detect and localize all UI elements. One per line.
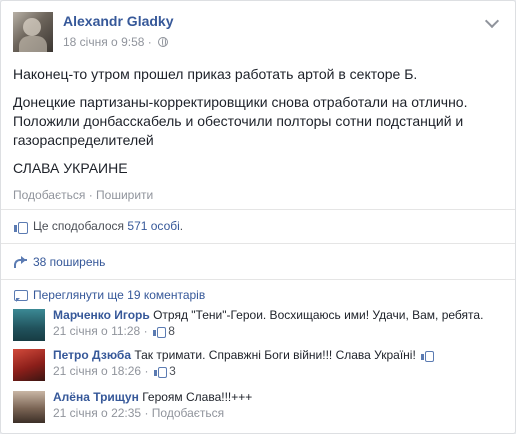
actions-separator: · [88,188,93,202]
comment-text: Героям Слава!!!+++ [142,390,253,404]
comment-body: Алёна Трищун Героям Слава!!!+++ 21 січня… [53,389,252,421]
post-timestamp[interactable]: 18 січня о 9:58 [63,35,144,49]
commenter-avatar[interactable] [13,391,45,423]
comment-meta: 21 січня о 22:35 · Подобається [53,405,252,421]
meta-separator: · [144,406,149,420]
meta-separator: · [143,324,148,338]
comment-like-count[interactable]: 3 [169,364,176,378]
commenter-name[interactable]: Алёна Трищун [53,390,139,404]
comment-icon [13,288,28,302]
comment-body: Петро Дзюба Так тримати. Справжні Боги в… [53,347,435,379]
share-icon [13,255,27,269]
post-header: Alexandr Gladky 18 січня о 9:58 · [13,12,503,54]
post-actions: Подобається · Поширити [13,188,153,202]
post-paragraph: Донецкие партизаны-корректировщики снова… [13,94,468,148]
post-body: Наконец-то утром прошел приказ работать … [13,65,503,187]
chevron-down-icon[interactable] [484,13,500,29]
like-icon[interactable] [152,325,166,338]
commenter-name[interactable]: Петро Дзюба [53,348,131,362]
like-button[interactable]: Подобається [13,188,85,202]
divider [1,279,515,280]
likes-end: . [179,219,184,233]
like-icon[interactable] [421,349,435,362]
commenter-avatar[interactable] [13,309,45,341]
comment-time[interactable]: 21 січня о 22:35 [53,406,141,420]
post-meta: 18 січня о 9:58 · [63,35,169,49]
globe-icon[interactable] [158,37,169,47]
shares-count[interactable]: 38 поширень [33,255,105,269]
comment-time[interactable]: 21 січня о 11:28 [53,324,140,338]
meta-separator: · [147,35,152,49]
likes-count[interactable]: 571 особі [127,219,179,233]
post-card: Alexandr Gladky 18 січня о 9:58 · Наконе… [0,0,516,434]
comment-text: Отряд "Тени"-Герои. Восхищаюсь ими! Удач… [153,308,484,322]
shares-summary: 38 поширень [13,255,105,269]
comment-like-count[interactable]: 8 [168,324,175,338]
like-icon[interactable] [153,365,167,378]
commenter-name[interactable]: Марченко Игорь [53,308,150,322]
comment-meta: 21 січня о 11:28 · 8 [53,323,483,339]
like-icon [13,219,28,234]
share-button[interactable]: Поширити [96,188,153,202]
comment-meta: 21 січня о 18:26 · 3 [53,363,433,379]
post-paragraph: Наконец-то утром прошел приказ работать … [13,66,418,82]
comment-time[interactable]: 21 січня о 18:26 [53,364,141,378]
likes-text: Це сподобалося [33,219,125,233]
view-more-comments-link[interactable]: Переглянути ще 19 коментарів [33,288,205,302]
divider [1,209,515,210]
comment-text: Так тримати. Справжні Боги війни!!! Слав… [134,348,416,362]
author-name[interactable]: Alexandr Gladky [63,13,174,29]
comment: Алёна Трищун Героям Слава!!!+++ 21 січня… [13,389,509,423]
comment-body: Марченко Игорь Отряд "Тени"-Герои. Восхи… [53,307,483,339]
commenter-avatar[interactable] [13,349,45,381]
more-comments: Переглянути ще 19 коментарів [13,288,205,302]
comment-like-button[interactable]: Подобається [152,406,224,420]
comment: Петро Дзюба Так тримати. Справжні Боги в… [13,347,509,381]
likes-summary: Це сподобалося 571 особі . [13,219,184,234]
meta-separator: · [144,364,149,378]
author-avatar[interactable] [13,12,53,52]
post-paragraph: СЛАВА УКРАИНЕ [13,160,128,176]
divider [1,243,515,244]
comment: Марченко Игорь Отряд "Тени"-Герои. Восхи… [13,307,509,341]
